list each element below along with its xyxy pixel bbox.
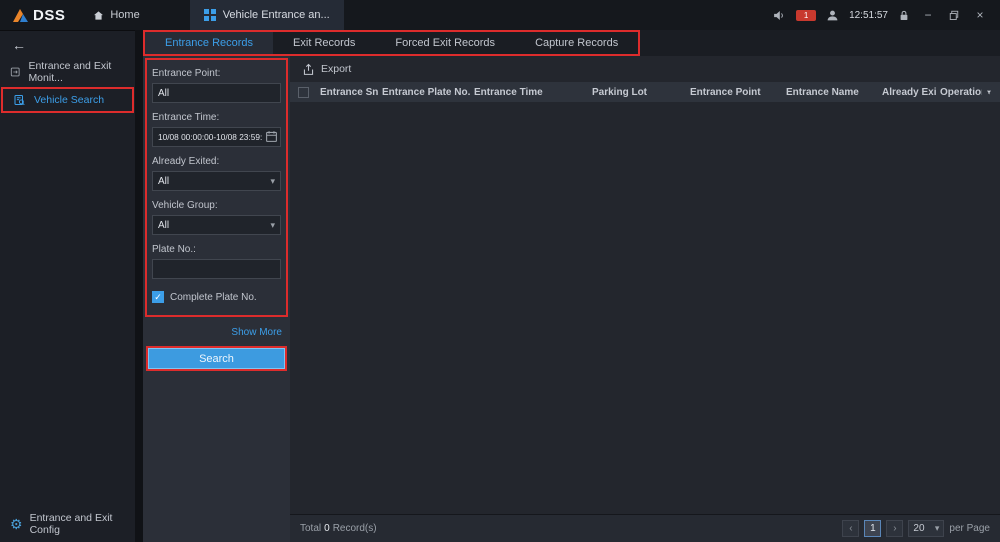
page-size-select[interactable]: 20 ▾ [908, 520, 944, 537]
search-button-annotation-box: Search [146, 346, 287, 371]
home-icon [93, 10, 104, 21]
table-footer: Total 0 Record(s) ‹ 1 › 20 ▾ per Page [290, 514, 1000, 542]
back-button[interactable]: ← [0, 31, 135, 59]
records-main: Export Entrance Snap... Entrance Plate N… [290, 56, 1000, 542]
tab-exit-records[interactable]: Exit Records [273, 32, 375, 54]
filter-panel: Entrance Point: Entrance Time: Already E… [143, 56, 290, 542]
column-filter-cell [982, 82, 1000, 102]
back-arrow-icon: ← [12, 37, 26, 53]
tab-label: Forced Exit Records [395, 37, 495, 49]
page-size-value: 20 [913, 523, 924, 534]
home-tab-label: Home [110, 9, 139, 21]
entrance-point-label: Entrance Point: [152, 68, 281, 79]
entrance-time-input[interactable] [152, 127, 281, 147]
show-more-link[interactable]: Show More [151, 327, 282, 338]
per-page-label: per Page [949, 523, 990, 534]
sidebar-item-label: Vehicle Search [34, 94, 104, 106]
content-area: Entrance Records Exit Records Forced Exi… [135, 30, 1000, 542]
vehicle-search-icon [13, 94, 26, 106]
vehicle-entrance-tab[interactable]: Vehicle Entrance an... [190, 0, 344, 30]
plate-no-input[interactable] [152, 259, 281, 279]
select-all-checkbox[interactable] [298, 87, 309, 98]
records-toolbar: Export [290, 56, 1000, 82]
sidebar: ← Entrance and Exit Monit... Vehicle Sea… [0, 30, 135, 542]
vehicle-group-label: Vehicle Group: [152, 200, 281, 211]
user-icon[interactable] [826, 9, 839, 22]
tab-capture-records[interactable]: Capture Records [515, 32, 638, 54]
sidebar-item-entrance-exit-config[interactable]: ⚙ Entrance and Exit Config [0, 512, 135, 536]
topbar: DSS Home Vehicle Entrance an... 1 12:51:… [0, 0, 1000, 30]
plate-no-label: Plate No.: [152, 244, 281, 255]
topbar-controls: 1 12:51:57 − × [772, 8, 1000, 22]
tab-label: Capture Records [535, 37, 618, 49]
clock-time: 12:51:57 [849, 10, 888, 21]
home-tab[interactable]: Home [77, 9, 155, 21]
sidebar-config-label: Entrance and Exit Config [30, 512, 125, 536]
minimize-button[interactable]: − [920, 8, 936, 22]
next-page-button[interactable]: › [886, 520, 903, 537]
dss-app-window: DSS Home Vehicle Entrance an... 1 12:51:… [0, 0, 1000, 542]
tab-label: Exit Records [293, 37, 355, 49]
page-number-button[interactable]: 1 [864, 520, 881, 537]
complete-plate-label: Complete Plate No. [170, 292, 257, 303]
records-tabs-annotation-box: Entrance Records Exit Records Forced Exi… [143, 30, 640, 56]
vehicle-group-select[interactable]: All ▾ [152, 215, 281, 235]
records-tabbar: Entrance Records Exit Records Forced Exi… [143, 30, 1000, 56]
col-already-exited[interactable]: Already Exited [878, 82, 936, 102]
records-label: Record(s) [333, 523, 377, 534]
lock-icon[interactable] [898, 9, 910, 22]
col-entrance-point[interactable]: Entrance Point [686, 82, 782, 102]
complete-plate-checkbox[interactable]: ✓ [152, 291, 164, 303]
tab-forced-exit-records[interactable]: Forced Exit Records [375, 32, 515, 54]
calendar-icon[interactable] [265, 130, 278, 143]
restore-button[interactable] [946, 9, 962, 21]
filter-funnel-icon[interactable] [986, 87, 992, 98]
entrance-point-input[interactable] [152, 83, 281, 103]
table-body-empty [290, 102, 1000, 514]
export-button[interactable]: Export [321, 63, 351, 75]
col-parking-lot[interactable]: Parking Lot [588, 82, 686, 102]
tab-label: Entrance Records [165, 37, 253, 49]
already-exited-label: Already Exited: [152, 156, 281, 167]
search-button[interactable]: Search [148, 348, 285, 369]
chevron-down-icon: ▾ [270, 176, 275, 187]
monitoring-icon [10, 66, 20, 78]
speaker-icon[interactable] [772, 9, 786, 22]
vehicle-group-value: All [158, 220, 169, 231]
col-entrance-plate-no[interactable]: Entrance Plate No. [378, 82, 470, 102]
close-button[interactable]: × [972, 8, 988, 22]
tab-entrance-records[interactable]: Entrance Records [145, 32, 273, 54]
col-entrance-time[interactable]: Entrance Time [470, 82, 588, 102]
already-exited-select[interactable]: All ▾ [152, 171, 281, 191]
export-icon [302, 63, 315, 76]
modules-grid-icon [204, 9, 216, 21]
col-operation[interactable]: Operation [936, 82, 982, 102]
col-entrance-name[interactable]: Entrance Name [782, 82, 878, 102]
sidebar-item-label: Entrance and Exit Monit... [28, 60, 125, 84]
col-entrance-snapshot[interactable]: Entrance Snap... [316, 82, 378, 102]
dss-logo-icon [12, 8, 29, 23]
dss-logo: DSS [0, 7, 77, 24]
prev-page-button[interactable]: ‹ [842, 520, 859, 537]
sidebar-item-vehicle-search[interactable]: Vehicle Search [1, 87, 134, 113]
total-label: Total [300, 523, 321, 534]
filter-fields-annotation-box: Entrance Point: Entrance Time: Already E… [145, 58, 288, 317]
entrance-time-label: Entrance Time: [152, 112, 281, 123]
select-all-checkbox-cell [290, 82, 316, 102]
vehicle-entrance-tab-label: Vehicle Entrance an... [223, 9, 330, 21]
dss-logo-text: DSS [33, 7, 65, 24]
already-exited-value: All [158, 176, 169, 187]
record-count: 0 [324, 523, 330, 534]
sidebar-item-entrance-exit-monitoring[interactable]: Entrance and Exit Monit... [0, 59, 135, 85]
table-header: Entrance Snap... Entrance Plate No. Entr… [290, 82, 1000, 102]
pagination: ‹ 1 › 20 ▾ per Page [842, 520, 990, 537]
alarm-count-badge[interactable]: 1 [796, 10, 816, 21]
gear-icon: ⚙ [10, 516, 23, 533]
chevron-down-icon: ▾ [270, 220, 275, 231]
chevron-down-icon: ▾ [935, 523, 940, 534]
